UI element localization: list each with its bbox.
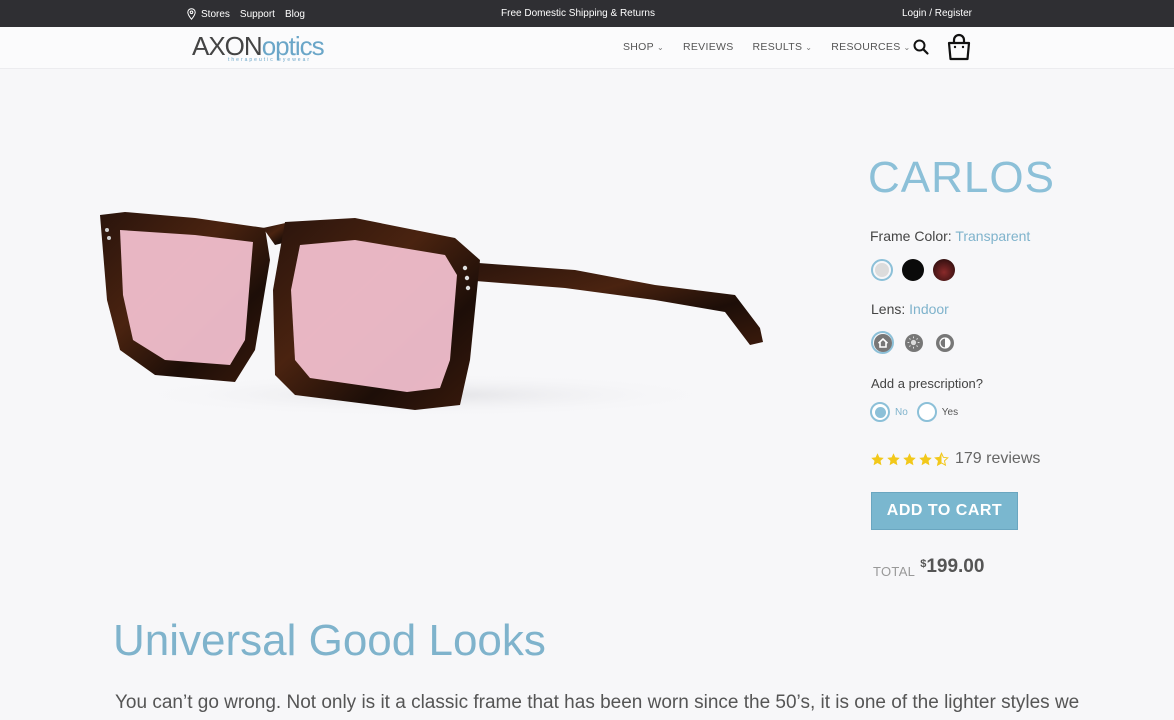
top-bar: Stores Support Blog Free Domestic Shippi… [0, 0, 1174, 27]
lens-contrast-circle [935, 333, 954, 352]
star-icon [871, 452, 884, 465]
product-rating[interactable]: 179 reviews [870, 450, 1040, 468]
frame-color-label: Frame Color: Transparent [870, 228, 1030, 244]
prescription-yes-radio[interactable]: Yes [916, 402, 959, 422]
lens-value: Indoor [909, 301, 949, 317]
frame-color-swatches [871, 259, 955, 281]
add-to-cart-button[interactable]: ADD TO CART [871, 492, 1018, 530]
logo-tagline: therapeutic eyewear [228, 57, 312, 63]
price-total: TOTAL $ 199.00 [873, 556, 984, 579]
radio-dot [874, 406, 886, 418]
logo-wordmark: AXONoptics [192, 33, 325, 59]
site-logo[interactable]: AXONoptics therapeutic eyewear [192, 33, 325, 63]
lens-option-outdoor[interactable] [902, 331, 925, 354]
nav-resources-label: RESOURCES [831, 41, 901, 53]
lens-text: Lens: [871, 301, 906, 317]
half-circle-icon [938, 336, 951, 349]
lens-outdoor-circle [904, 333, 923, 352]
frame-color-text: Frame Color: [870, 228, 952, 244]
nav-reviews[interactable]: REVIEWS [683, 41, 734, 53]
swatch-transparent-fill [875, 263, 889, 277]
nav-shop-label: SHOP [623, 41, 654, 53]
prescription-options: No Yes [870, 402, 958, 422]
radio-unchecked [916, 402, 937, 422]
swatch-transparent[interactable] [871, 259, 893, 281]
star-icon [919, 452, 932, 465]
nav-reviews-label: REVIEWS [682, 41, 734, 53]
star-icon [903, 452, 916, 465]
cart-button[interactable] [946, 33, 972, 61]
product-image-glasses [95, 200, 775, 430]
chevron-down-icon: ⌄ [903, 42, 911, 52]
reviews-count: 179 reviews [955, 450, 1041, 467]
login-register-link[interactable]: Login / Register [902, 8, 972, 19]
chevron-down-icon: ⌄ [805, 42, 813, 52]
search-icon [913, 39, 929, 55]
lens-indoor-circle [873, 333, 892, 352]
swatch-black[interactable] [902, 259, 924, 281]
section-headline: Universal Good Looks [113, 616, 546, 665]
lens-option-contrast[interactable] [933, 331, 956, 354]
lens-label: Lens: Indoor [871, 301, 949, 317]
nav-resources[interactable]: RESOURCES ⌄ [831, 41, 910, 53]
prescription-yes-label: Yes [941, 406, 959, 418]
radio-checked [870, 402, 890, 422]
star-rating [870, 451, 949, 467]
prescription-no-label: No [895, 406, 908, 418]
prescription-label: Add a prescription? [871, 376, 984, 391]
product-title: CARLOS [868, 153, 1055, 202]
prescription-no-radio[interactable]: No [870, 402, 908, 422]
sun-icon [907, 336, 920, 349]
price-amount: 199.00 [926, 556, 985, 577]
star-icon [887, 452, 900, 465]
star-half-icon [934, 451, 949, 466]
shopping-bag-icon [947, 33, 971, 61]
nav-shop[interactable]: SHOP ⌄ [623, 41, 664, 53]
chevron-down-icon: ⌄ [656, 42, 664, 52]
main-nav: SHOP ⌄ REVIEWS RESULTS ⌄ RESOURCES ⌄ [623, 41, 911, 53]
shipping-promo: Free Domestic Shipping & Returns [501, 8, 655, 19]
section-description: You can’t go wrong. Not only is it a cla… [115, 692, 1080, 713]
swatch-tortoise-red[interactable] [933, 259, 955, 281]
glasses-illustration [100, 212, 763, 417]
nav-results[interactable]: RESULTS ⌄ [753, 41, 813, 53]
home-icon [877, 337, 888, 348]
total-label: TOTAL [873, 564, 916, 579]
frame-color-value: Transparent [955, 228, 1031, 244]
lens-option-indoor[interactable] [871, 331, 894, 354]
site-header: AXONoptics therapeutic eyewear SHOP ⌄ RE… [0, 27, 1174, 69]
nav-results-label: RESULTS [752, 41, 803, 53]
lens-options [871, 331, 956, 354]
search-button[interactable] [912, 38, 930, 56]
